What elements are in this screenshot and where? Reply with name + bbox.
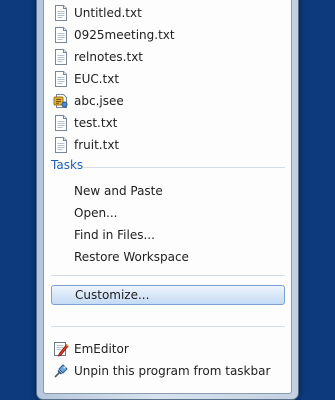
recent-file-label: relnotes.txt	[74, 50, 143, 64]
category-divider	[83, 167, 285, 168]
task-label: Find in Files...	[74, 228, 155, 242]
task-label: New and Paste	[74, 184, 163, 198]
emeditor-app-icon	[53, 341, 69, 357]
recent-file-item[interactable]: test.txt	[44, 112, 291, 134]
text-file-icon	[53, 27, 69, 43]
task-label: Restore Workspace	[74, 250, 189, 264]
jump-list-panel: Untitled.txt 0925meeting.txt relnotes.tx…	[43, 0, 292, 394]
divider	[51, 326, 285, 327]
task-item-new-and-paste[interactable]: New and Paste	[44, 180, 291, 202]
text-file-icon	[53, 49, 69, 65]
open-app-item[interactable]: EmEditor	[44, 338, 291, 360]
task-label: Open...	[74, 206, 118, 220]
recent-file-item[interactable]: relnotes.txt	[44, 46, 291, 68]
recent-file-label: 0925meeting.txt	[74, 28, 175, 42]
recent-file-label: Untitled.txt	[74, 6, 142, 20]
script-file-icon	[53, 93, 69, 109]
divider	[51, 275, 285, 276]
task-item-open[interactable]: Open...	[44, 202, 291, 224]
text-file-icon	[53, 71, 69, 87]
tasks-category-label: Tasks	[51, 158, 84, 172]
app-label: EmEditor	[74, 342, 129, 356]
task-item-find-in-files[interactable]: Find in Files...	[44, 224, 291, 246]
unpin-program-item[interactable]: Unpin this program from taskbar	[44, 360, 291, 382]
recent-file-item[interactable]: abc.jsee	[44, 90, 291, 112]
task-item-restore-workspace[interactable]: Restore Workspace	[44, 246, 291, 268]
recent-file-item[interactable]: Untitled.txt	[44, 2, 291, 24]
text-file-icon	[53, 5, 69, 21]
recent-file-label: EUC.txt	[74, 72, 120, 86]
text-file-icon	[53, 137, 69, 153]
recent-file-label: fruit.txt	[74, 138, 120, 152]
unpin-label: Unpin this program from taskbar	[74, 364, 271, 378]
recent-file-item[interactable]: EUC.txt	[44, 68, 291, 90]
text-file-icon	[53, 115, 69, 131]
recent-file-label: abc.jsee	[74, 94, 124, 108]
customize-button[interactable]: Customize...	[51, 285, 285, 305]
recent-file-label: test.txt	[74, 116, 118, 130]
customize-label: Customize...	[75, 288, 150, 302]
recent-file-item[interactable]: fruit.txt	[44, 134, 291, 156]
unpin-icon	[53, 363, 69, 379]
recent-file-item[interactable]: 0925meeting.txt	[44, 24, 291, 46]
